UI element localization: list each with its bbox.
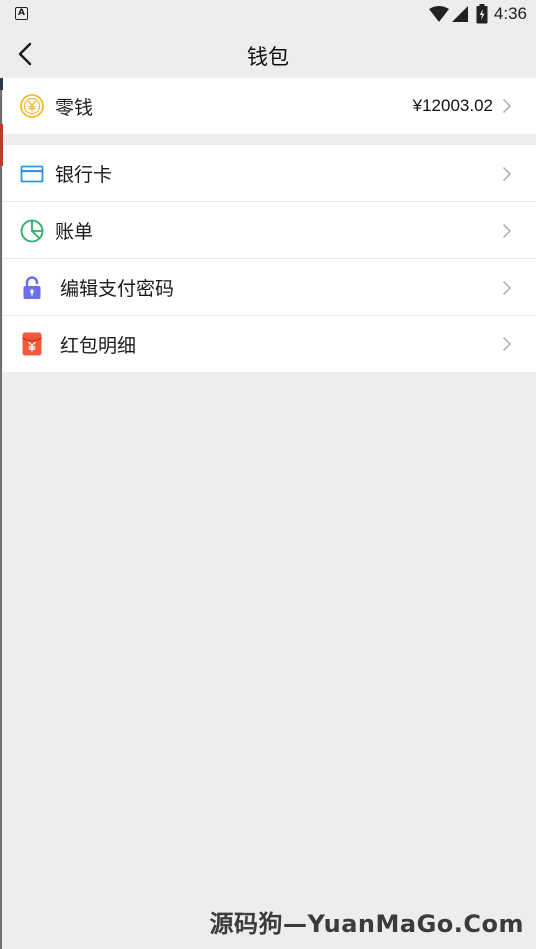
menu-item-red-packet-details[interactable]: 红包明细 — [3, 316, 536, 372]
unlock-icon — [23, 275, 41, 299]
chevron-right-icon — [503, 99, 511, 113]
menu-item-bank-card[interactable]: 银行卡 — [3, 145, 536, 202]
balance-row[interactable]: 零钱 ¥12003.02 — [3, 78, 536, 134]
chevron-right-icon — [503, 223, 511, 238]
bank-card-icon — [20, 165, 44, 182]
balance-section: 零钱 ¥12003.02 — [3, 78, 536, 134]
chevron-right-icon — [503, 337, 511, 351]
status-right-group: 4:36 — [428, 3, 527, 25]
header: 钱包 — [0, 28, 536, 78]
menu-item-bill[interactable]: 账单 — [3, 202, 536, 259]
chevron-right-icon — [503, 280, 511, 295]
page-title: 钱包 — [247, 45, 289, 69]
balance-label: 零钱 — [55, 96, 94, 119]
status-bar: A 4:36 — [0, 0, 536, 28]
red-envelope-icon — [22, 332, 42, 356]
menu-item-label: 账单 — [55, 221, 94, 243]
battery-icon — [476, 4, 488, 24]
status-time: 4:36 — [493, 4, 527, 23]
watermark-text: 源码狗—YuanMaGo.Com — [209, 910, 524, 938]
balance-amount: ¥12003.02 — [412, 96, 493, 115]
chevron-right-icon — [503, 166, 511, 181]
notification-app-icon: A — [15, 7, 28, 20]
cellular-signal-icon — [451, 6, 468, 22]
yuan-coin-icon — [20, 94, 44, 118]
menu-item-label: 红包明细 — [60, 334, 137, 357]
menu-item-edit-pay-password[interactable]: 编辑支付密码 — [3, 259, 536, 316]
pie-chart-icon — [20, 219, 44, 242]
menu-item-label: 银行卡 — [55, 164, 113, 186]
menu-item-label: 编辑支付密码 — [60, 278, 175, 300]
wifi-icon — [428, 6, 449, 22]
menu-section: 银行卡 账单 编辑支付密码 红包明细 — [3, 145, 536, 372]
